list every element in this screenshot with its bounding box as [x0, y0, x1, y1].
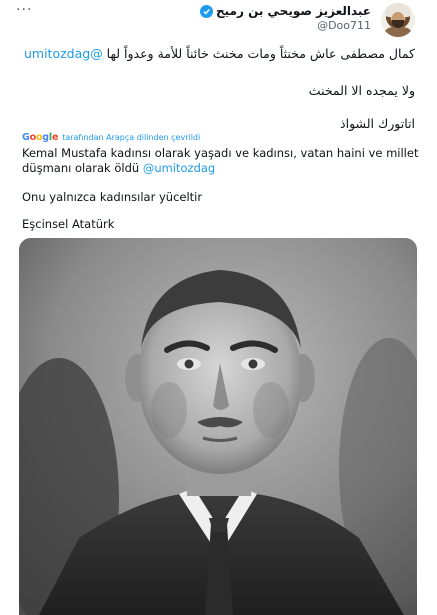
author-avatar[interactable]	[381, 3, 415, 37]
translated-line-3: Onu yalnızca kadınsılar yüceltir	[22, 190, 203, 204]
tweet-text: كمال مصطفى عاش مخنثاً ومات مخنث خائناً ل…	[106, 46, 415, 61]
translated-text-block: Kemal Mustafa kadınsı olarak yaşadı ve k…	[22, 146, 422, 176]
mention-link[interactable]: @umitozdag	[24, 46, 103, 61]
tweet-header: ··· عبدالعزيز صويحي بن رميح @Doo711	[0, 0, 437, 37]
tweet-text-line-2: ولا يمجده الا المخنث	[308, 83, 415, 98]
author-display-name[interactable]: عبدالعزيز صويحي بن رميح	[216, 4, 371, 18]
translation-credit-text[interactable]: tarafından Arapça dilinden çevrildi	[62, 133, 200, 142]
author-name-row[interactable]: عبدالعزيز صويحي بن رميح	[200, 4, 371, 18]
translated-mention-link[interactable]: @umitozdag	[143, 161, 215, 175]
translated-line-1: Kemal Mustafa kadınsı olarak yaşadı ve k…	[22, 146, 419, 160]
tweet-text-line-3: اتاتورك الشواذ	[340, 116, 415, 131]
verified-badge-icon	[200, 4, 213, 18]
tweet-media-photo[interactable]	[19, 238, 417, 615]
translated-line-2: düşmanı olarak öldü @umitozdag	[22, 161, 216, 175]
translation-credit: Google tarafından Arapça dilinden çevril…	[22, 132, 200, 143]
portrait-illustration	[19, 238, 417, 615]
google-logo-icon: Google	[22, 132, 59, 143]
author-handle[interactable]: @Doo711	[317, 19, 371, 32]
more-options-button[interactable]: ···	[16, 2, 32, 18]
translated-line-4: Eşcinsel Atatürk	[22, 217, 115, 231]
tweet-text-line-1: كمال مصطفى عاش مخنثاً ومات مخنث خائناً ل…	[24, 46, 415, 61]
